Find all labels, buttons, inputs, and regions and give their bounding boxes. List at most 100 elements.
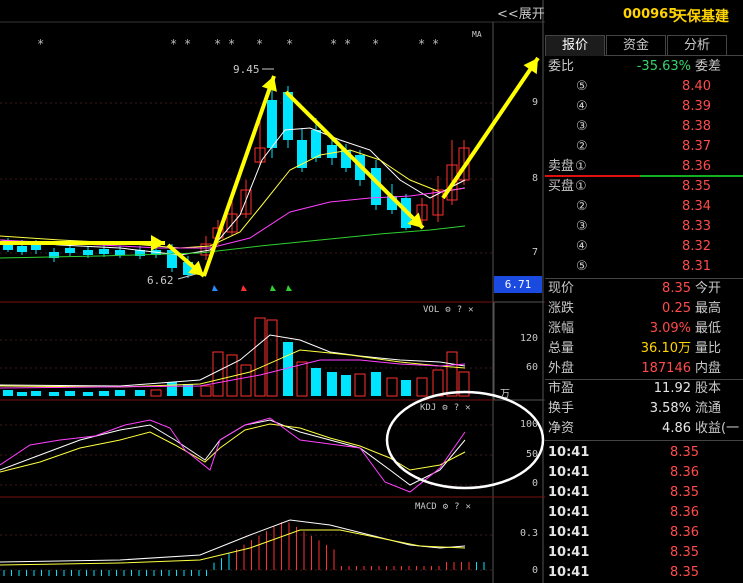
macd-axis-tick: 0: [531, 565, 538, 576]
tab-quote[interactable]: 报价: [545, 35, 605, 56]
macd-axis-tick: 0.3: [519, 528, 538, 539]
settings-icon[interactable]: ⚙: [443, 502, 448, 512]
candle-body: [115, 250, 125, 255]
divider: [545, 440, 743, 441]
buy-level: ③: [576, 219, 588, 234]
order-ratio-value: -35.63%: [636, 59, 691, 74]
signal-triangle: [286, 285, 292, 291]
buy-price: 8.31: [682, 259, 711, 274]
buy-price: 8.34: [682, 199, 711, 214]
current-price-tag: 6.71: [494, 276, 542, 293]
close-icon[interactable]: ✕: [468, 305, 473, 315]
kdj-axis-tick: 100: [519, 419, 538, 430]
kdj-panel-header: KDJ ⚙? ✕: [420, 403, 471, 413]
sell-level-row: ③ 8.38: [545, 117, 743, 137]
tick-row: 10:41 8.36: [545, 503, 743, 523]
help-icon[interactable]: ?: [454, 403, 459, 413]
signal-star: *: [432, 37, 440, 51]
signal-triangle: [241, 285, 247, 291]
order-ratio-row: 委比 -35.63% 委差: [545, 57, 743, 77]
signal-star: *: [184, 37, 192, 51]
buy-level-row: 买盘 ① 8.35: [545, 177, 743, 197]
kdj-k-line: [0, 419, 466, 486]
quote-panel: 000965 天保基建 报价 资金 分析 委比 -35.63% 委差 ⑤ 8.40…: [545, 0, 743, 583]
buy-label: 买盘: [548, 179, 575, 194]
volume-bar: [150, 389, 162, 397]
tick-row: 10:41 8.36: [545, 523, 743, 543]
tick-price: 8.36: [670, 505, 699, 520]
quote-label-2: 最低: [695, 321, 722, 336]
volume-bar: [416, 377, 428, 397]
quote-label: 总量: [548, 341, 575, 356]
candle-body: [99, 249, 109, 254]
tick-row: 10:41 8.36: [545, 463, 743, 483]
volume-bar: [31, 391, 41, 396]
quote-label: 涨跌: [548, 301, 575, 316]
tab-analysis[interactable]: 分析: [667, 35, 727, 56]
quote-label-2: 最高: [695, 301, 722, 316]
settings-icon[interactable]: ⚙: [445, 305, 450, 315]
close-icon[interactable]: ✕: [465, 403, 470, 413]
kdj-axis-tick: 0: [531, 478, 538, 489]
candle-body: [65, 248, 75, 253]
tab-funds[interactable]: 资金: [606, 35, 666, 56]
low-price-annotation: 6.62: [147, 274, 174, 287]
buy-level-row: ④ 8.32: [545, 237, 743, 257]
fundamental-value: 11.92: [653, 381, 691, 396]
tick-time: 10:41: [548, 445, 590, 460]
signal-star: *: [372, 37, 380, 51]
high-price-annotation: 9.45: [233, 63, 260, 76]
tick-row: 10:41 8.35: [545, 483, 743, 503]
vol-title: VOL: [423, 305, 440, 315]
settings-icon[interactable]: ⚙: [442, 403, 447, 413]
sell-level: ②: [576, 139, 588, 154]
buy-level-row: ⑤ 8.31: [545, 257, 743, 277]
tick-price: 8.35: [670, 485, 699, 500]
fundamental-label: 市盈: [548, 381, 575, 396]
volume-bar: [254, 317, 266, 397]
vol-panel-header: VOL ⚙? ✕: [423, 305, 474, 315]
buy-price: 8.35: [682, 179, 711, 194]
candle-body: [83, 250, 93, 255]
divider-sell: [545, 175, 640, 177]
signal-star: *: [344, 37, 352, 51]
help-icon[interactable]: ?: [457, 305, 462, 315]
candle-body: [267, 100, 277, 148]
vol-unit: 万: [500, 389, 510, 400]
quote-row: 外盘 187146 内盘: [545, 359, 743, 379]
stock-code: 000965: [623, 7, 678, 22]
volume-bar: [327, 372, 337, 396]
fundamental-row: 净资 4.86 收益(一: [545, 419, 743, 439]
sell-level-row: ⑤ 8.40: [545, 77, 743, 97]
signal-star: *: [228, 37, 236, 51]
tick-price: 8.36: [670, 465, 699, 480]
kdj-d-line: [0, 423, 466, 473]
volume-bar: [167, 382, 177, 396]
sell-level: ⑤: [576, 79, 588, 94]
fundamental-label: 换手: [548, 401, 575, 416]
close-icon[interactable]: ✕: [466, 502, 471, 512]
quote-value: 3.09%: [649, 321, 691, 336]
price-axis-tick: 9: [531, 97, 538, 108]
volume-bar: [212, 351, 224, 397]
volume-bar: [296, 361, 308, 397]
quote-row: 现价 8.35 今开: [545, 279, 743, 299]
volume-bar: [240, 364, 252, 397]
expand-button[interactable]: <<展开: [497, 3, 545, 22]
signal-star: *: [330, 37, 338, 51]
signal-star: *: [37, 37, 45, 51]
tick-row: 10:41 8.35: [545, 563, 743, 583]
tick-time: 10:41: [548, 565, 590, 580]
signal-star: *: [286, 37, 294, 51]
sell-price: 8.36: [682, 159, 711, 174]
price-axis-tick: 8: [531, 173, 538, 184]
tick-time: 10:41: [548, 465, 590, 480]
buy-price: 8.33: [682, 219, 711, 234]
candle-body: [17, 246, 27, 252]
quote-label-2: 量比: [695, 341, 722, 356]
quote-label: 现价: [548, 281, 575, 296]
help-icon[interactable]: ?: [454, 502, 459, 512]
fundamental-value: 4.86: [662, 421, 691, 436]
stock-name: 天保基建: [673, 9, 729, 25]
kline-chart[interactable]: [0, 0, 545, 583]
